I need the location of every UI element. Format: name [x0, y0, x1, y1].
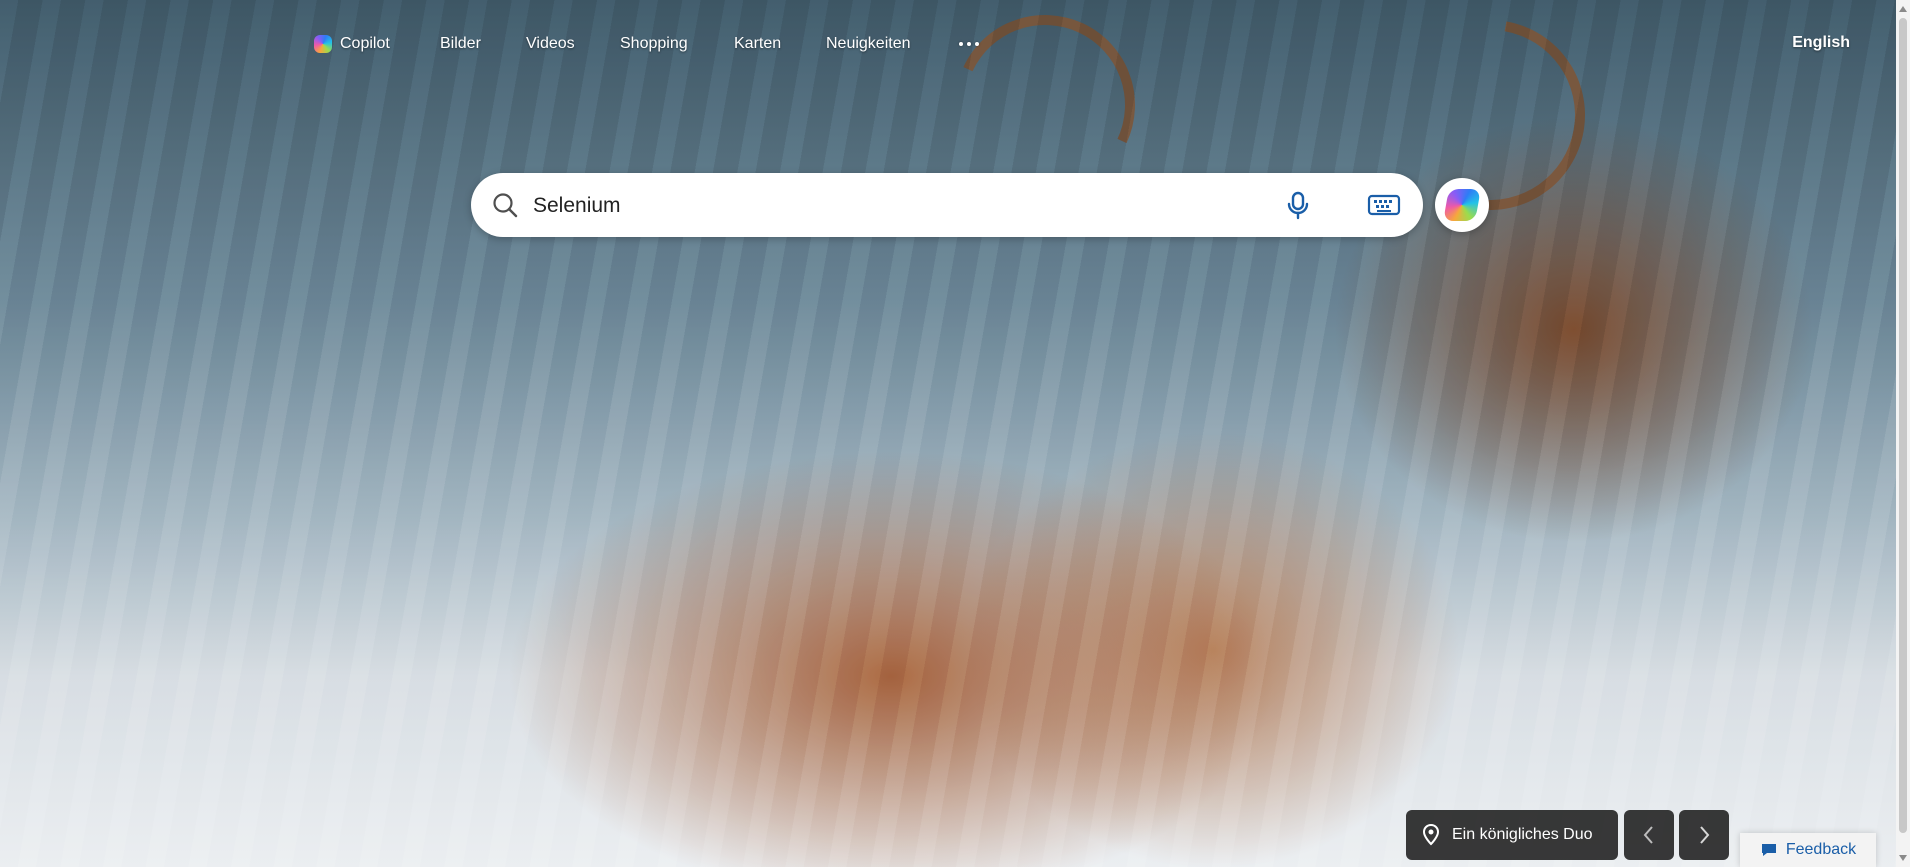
more-icon[interactable]: [956, 34, 982, 54]
nav-neuigkeiten-label: Neuigkeiten: [826, 35, 911, 52]
top-navigation: Copilot Bilder Videos Shopping Karten Ne…: [0, 0, 1896, 80]
next-image-button[interactable]: [1679, 810, 1729, 860]
search-icon[interactable]: [491, 191, 519, 219]
nav-bilder-label: Bilder: [440, 35, 481, 52]
image-caption-button[interactable]: Ein königliches Duo: [1406, 810, 1618, 860]
microphone-icon[interactable]: [1283, 190, 1313, 220]
nav-bilder[interactable]: Bilder: [440, 34, 481, 54]
chevron-right-icon: [1700, 826, 1710, 844]
nav-videos[interactable]: Videos: [526, 34, 575, 54]
nav-shopping-label: Shopping: [620, 35, 688, 52]
feedback-icon: [1761, 844, 1776, 856]
location-pin-icon: [1422, 824, 1440, 846]
nav-videos-label: Videos: [526, 35, 575, 52]
copilot-button[interactable]: [1435, 178, 1489, 232]
scroll-down-icon[interactable]: [1899, 855, 1907, 861]
nav-copilot[interactable]: Copilot: [314, 34, 390, 54]
feedback-button[interactable]: Feedback: [1740, 833, 1876, 867]
language-toggle[interactable]: English: [1792, 34, 1850, 52]
copilot-icon: [314, 35, 332, 53]
previous-image-button[interactable]: [1624, 810, 1674, 860]
scroll-up-icon[interactable]: [1899, 6, 1907, 12]
nav-neuigkeiten[interactable]: Neuigkeiten: [826, 34, 911, 54]
search-input[interactable]: [531, 189, 1095, 223]
nav-shopping[interactable]: Shopping: [620, 34, 688, 54]
scrollbar-thumb[interactable]: [1899, 18, 1907, 833]
nav-karten-label: Karten: [734, 35, 782, 52]
keyboard-icon[interactable]: [1367, 191, 1401, 219]
background-image: [0, 0, 1896, 867]
chevron-left-icon: [1643, 826, 1653, 844]
copilot-logo-icon: [1443, 189, 1481, 221]
feedback-label: Feedback: [1785, 841, 1857, 858]
caption-text: Ein königliches Duo: [1452, 826, 1593, 843]
nav-copilot-label: Copilot: [340, 35, 390, 52]
search-bar: [471, 173, 1423, 237]
vertical-scrollbar[interactable]: [1896, 0, 1910, 867]
nav-karten[interactable]: Karten: [734, 34, 781, 54]
